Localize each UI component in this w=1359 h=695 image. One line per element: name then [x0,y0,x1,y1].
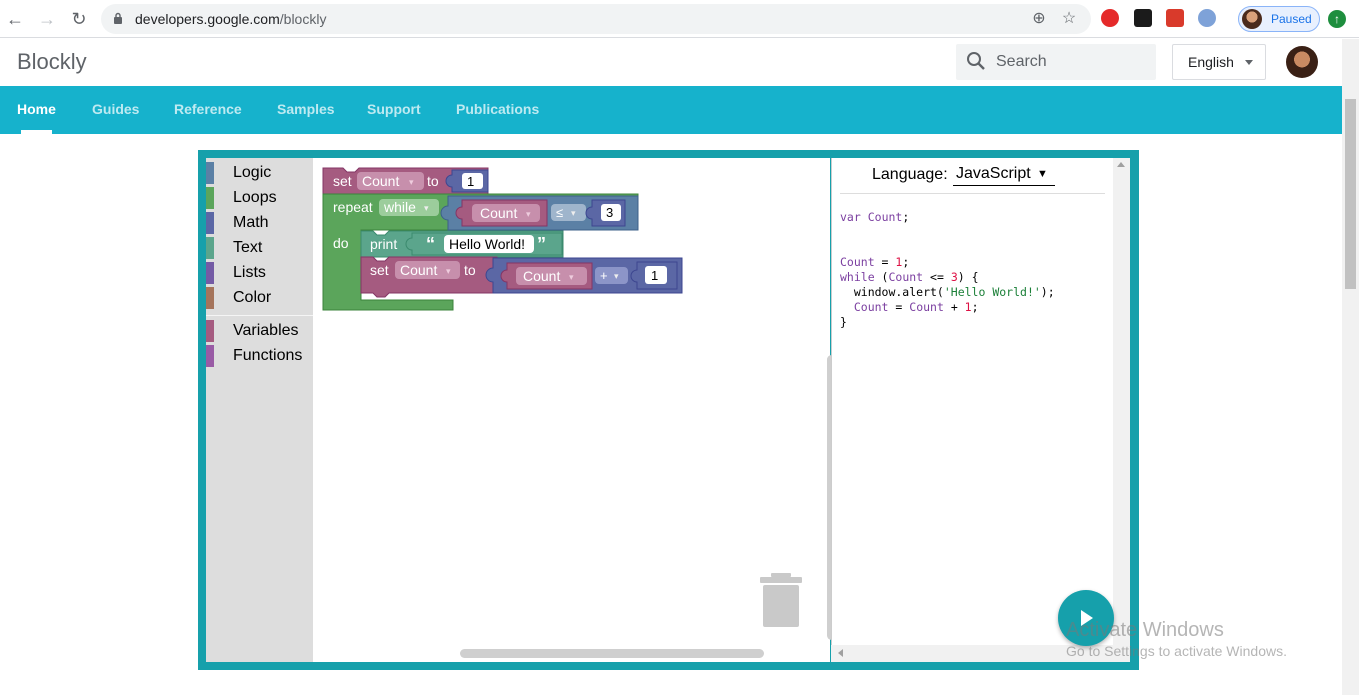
extension-red-icon[interactable] [1166,9,1184,27]
toolbox-category-loops[interactable]: Loops [206,187,313,211]
category-swatch [206,187,214,209]
extension-blue-icon[interactable] [1198,9,1216,27]
chevron-down-icon [1245,60,1253,65]
reload-icon[interactable]: ↻ [68,8,90,30]
profile-button[interactable]: Paused [1238,6,1320,32]
toolbox-category-lists[interactable]: Lists [206,262,313,286]
code-line: var Count; [840,210,910,224]
search-icon [967,52,985,70]
category-label: Logic [233,164,272,181]
activation-watermark-title: Activate Windows [1066,619,1224,641]
url-host: developers.google.com [135,11,280,27]
category-label: Color [233,289,272,306]
category-label: Math [233,214,269,231]
profile-avatar [1242,9,1262,29]
category-label: Lists [233,264,266,281]
category-label: Text [233,239,263,256]
forward-icon[interactable]: → [36,8,58,30]
search-placeholder: Search [996,53,1047,70]
code-language-label: Language: [872,166,948,183]
tab-support[interactable]: Support [367,101,421,117]
active-tab-indicator [21,130,52,134]
back-icon[interactable]: ← [4,8,26,30]
activation-watermark-subtitle: Go to Settings to activate Windows. [1066,643,1287,659]
code-vertical-scrollbar[interactable] [1113,158,1130,662]
code-line: Count = 1; [840,255,910,269]
scroll-up-icon[interactable] [1117,162,1125,167]
code-language-value: JavaScript [956,165,1031,182]
category-label: Loops [233,189,277,206]
category-swatch [206,237,214,259]
code-language-select[interactable]: JavaScript ▼ [953,165,1055,186]
address-text: developers.google.com/blockly [135,11,326,27]
scroll-left-icon[interactable] [838,649,843,657]
language-select[interactable]: English [1172,44,1266,80]
tab-samples[interactable]: Samples [277,101,335,117]
lock-icon [114,12,122,24]
generated-code: var Count; Count = 1; while (Count <= 3) … [840,210,1055,330]
extension-dark-icon[interactable] [1134,9,1152,27]
blockly-toolbox: Logic Loops Math Text Lists Color Variab… [206,158,313,662]
trash-can-icon[interactable] [759,572,803,628]
site-nav-tabs: Home Guides Reference Samples Support Pu… [0,86,1342,134]
code-divider [840,193,1105,194]
tab-publications[interactable]: Publications [456,101,539,117]
category-swatch [206,162,214,184]
code-line: Count = Count + 1; [853,300,979,314]
code-line: while (Count <= 3) { [840,270,979,284]
add-shortcut-icon[interactable]: ⊕ [1030,10,1048,28]
toolbox-category-variables[interactable]: Variables [206,320,313,344]
chevron-down-icon: ▼ [1037,168,1048,180]
language-label: English [1188,54,1234,70]
update-icon[interactable]: ↑ [1328,10,1346,28]
category-swatch [206,345,214,367]
browser-toolbar: ← → ↻ developers.google.com/blockly ⊕ ☆ … [0,0,1359,38]
tab-reference[interactable]: Reference [174,101,242,117]
tab-home[interactable]: Home [17,101,56,117]
category-label: Variables [233,322,299,339]
address-bar[interactable]: developers.google.com/blockly ⊕ ☆ [101,4,1091,34]
search-box[interactable]: Search [956,44,1156,80]
url-path: /blockly [279,11,327,27]
toolbox-category-math[interactable]: Math [206,212,313,236]
tab-guides[interactable]: Guides [92,101,139,117]
toolbox-category-text[interactable]: Text [206,237,313,261]
category-swatch [206,212,214,234]
bookmark-star-icon[interactable]: ☆ [1060,10,1078,28]
category-swatch [206,262,214,284]
site-brand[interactable]: Blockly [17,49,87,75]
code-line: window.alert('Hello World!'); [840,285,1055,299]
avatar[interactable] [1286,46,1318,78]
toolbox-category-functions[interactable]: Functions [206,345,313,369]
toolbox-category-color[interactable]: Color [206,287,313,311]
extension-opera-icon[interactable] [1101,9,1119,27]
page-scrollbar-thumb[interactable] [1345,99,1356,289]
page-scrollbar[interactable] [1342,39,1359,695]
site-header: Blockly Search English [0,39,1342,86]
toolbox-category-logic[interactable]: Logic [206,162,313,186]
code-line: } [840,315,847,329]
category-label: Functions [233,347,303,364]
category-swatch [206,287,214,309]
toolbox-separator [206,315,313,316]
category-swatch [206,320,214,342]
profile-status: Paused [1271,12,1312,26]
workspace-horizontal-scrollbar[interactable] [460,649,764,658]
blockly-workspace[interactable] [313,158,830,662]
